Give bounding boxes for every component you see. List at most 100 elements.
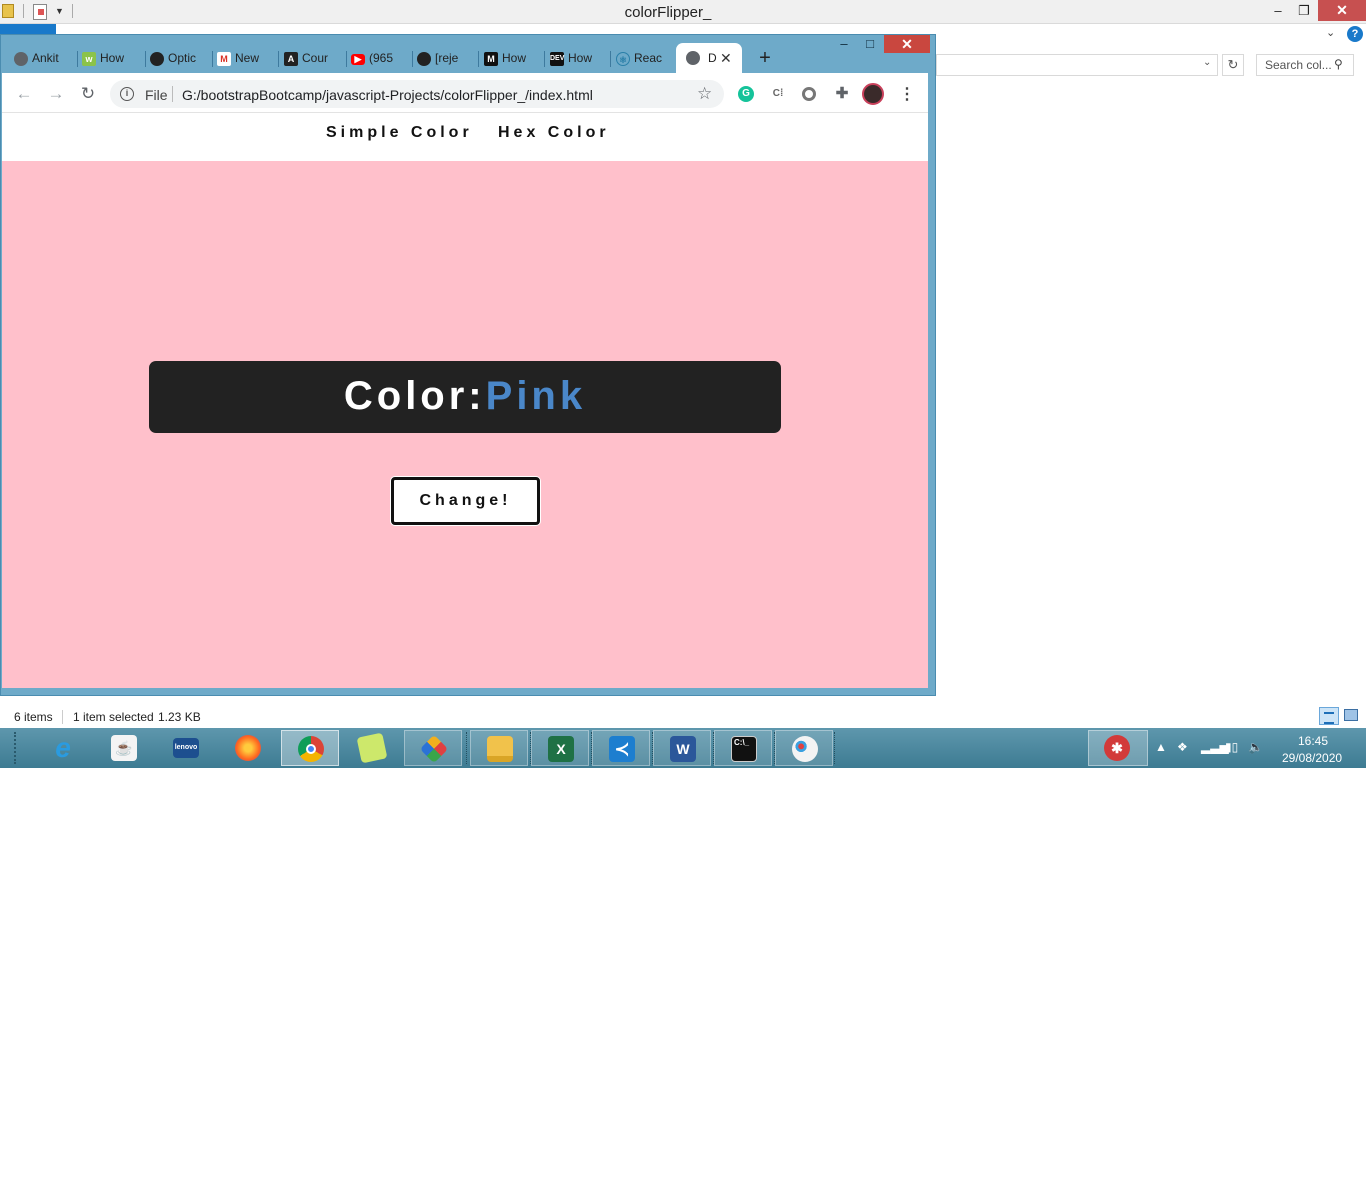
back-icon[interactable]: ← (12, 82, 36, 106)
vscode-icon: ≺ (609, 736, 635, 762)
taskbar-item-sticky-notes[interactable] (343, 730, 401, 766)
chevron-down-icon[interactable]: ⌄ (1326, 26, 1335, 39)
taskbar-item-excel[interactable]: X (531, 730, 589, 766)
puzzle-icon[interactable]: ✚ (834, 86, 850, 102)
grammarly-icon[interactable]: G (738, 86, 754, 102)
explorer-window-title: colorFlipper_ (624, 4, 712, 21)
browser-tab[interactable]: [reje (413, 45, 479, 72)
color-value: Pink (485, 374, 587, 418)
battery-icon[interactable]: ▮▯ (1225, 740, 1238, 754)
taskbar-item-java[interactable]: ☕ (95, 730, 153, 766)
command-prompt-icon: C:\_ (731, 736, 757, 762)
java-icon: ☕ (111, 735, 137, 761)
omnibox-divider (172, 86, 173, 102)
status-bar (0, 706, 1366, 728)
restore-icon[interactable]: ❐ (1290, 2, 1318, 20)
medium-icon: M (484, 52, 498, 66)
snipping-tool-icon (419, 734, 449, 764)
extension-icon[interactable]: C⁞ (770, 86, 786, 102)
excel-icon: X (548, 736, 574, 762)
taskbar-item-snipping-tool[interactable] (404, 730, 462, 766)
browser-tab[interactable]: w How (78, 45, 144, 72)
status-size: 1.23 KB (158, 710, 201, 724)
chrome-icon (298, 736, 324, 762)
browser-tab[interactable]: Ankit (10, 45, 76, 72)
help-icon[interactable]: ? (1347, 26, 1363, 42)
clock-date[interactable]: 29/08/2020 (1282, 751, 1342, 765)
browser-tab[interactable]: ▶ (965 (347, 45, 413, 72)
search-icon[interactable]: ⚲ (1334, 57, 1343, 71)
gmail-icon: M (217, 52, 231, 66)
github-icon (150, 52, 164, 66)
react-icon: ⚛ (616, 52, 630, 66)
status-selection: 1 item selected (73, 710, 154, 724)
explorer-address-bar[interactable] (936, 54, 1218, 76)
taskbar-grip[interactable] (14, 732, 18, 764)
browser-tab[interactable]: M How (480, 45, 546, 72)
info-icon[interactable]: i (120, 87, 134, 101)
more-options-icon[interactable]: ⋮ (899, 84, 915, 104)
taskbar-item-paint[interactable] (775, 730, 833, 766)
w3schools-icon: w (82, 52, 96, 66)
tab-separator (610, 51, 611, 67)
paint-icon (792, 736, 818, 762)
globe-icon (686, 51, 700, 65)
scheme-label: File (145, 87, 168, 103)
taskbar-item-chrome[interactable] (281, 730, 339, 766)
avatar[interactable] (862, 83, 884, 105)
color-banner: Color:Pink (149, 361, 781, 433)
dropbox-icon[interactable]: ❖ (1177, 740, 1188, 754)
minimize-icon[interactable]: – (831, 35, 857, 53)
browser-tab[interactable]: A Cour (280, 45, 346, 72)
reload-icon[interactable]: ↻ (76, 82, 100, 106)
action-center-alert-icon: ✱ (1104, 735, 1130, 761)
angular-icon: A (284, 52, 298, 66)
close-icon[interactable]: ✕ (884, 35, 930, 53)
taskbar-item-internet-explorer[interactable]: e (34, 730, 92, 766)
nav-link-hex[interactable]: Hex Color (498, 124, 610, 142)
color-label: Color: (343, 374, 486, 418)
tab-separator (278, 51, 279, 67)
sticky-notes-icon (356, 732, 388, 764)
status-divider (62, 710, 63, 724)
browser-tab[interactable]: DEV How (546, 45, 612, 72)
dev-icon: DEV (550, 52, 564, 66)
github-icon (417, 52, 431, 66)
url-text[interactable]: G:/bootstrapBootcamp/javascript-Projects… (182, 87, 593, 103)
status-item-count: 6 items (14, 710, 53, 724)
clock-time[interactable]: 16:45 (1298, 734, 1328, 748)
taskbar-item-lenovo[interactable]: lenovo (157, 730, 215, 766)
globe-icon (14, 52, 28, 66)
taskbar-item-file-explorer[interactable] (470, 730, 528, 766)
close-tab-icon[interactable]: ✕ (720, 50, 732, 67)
change-button[interactable]: Change! (391, 477, 540, 525)
maximize-icon[interactable]: □ (857, 35, 883, 53)
internet-explorer-icon: e (55, 732, 71, 763)
forward-icon[interactable]: → (44, 82, 68, 106)
browser-tab[interactable]: M New (213, 45, 279, 72)
close-icon[interactable]: ✕ (1318, 0, 1366, 21)
refresh-icon[interactable]: ↻ (1222, 54, 1244, 76)
new-tab-button[interactable]: + (755, 47, 775, 69)
nav-link-simple[interactable]: Simple Color (326, 124, 473, 142)
taskbar-item-word[interactable]: W (653, 730, 711, 766)
word-icon: W (670, 736, 696, 762)
browser-tab[interactable]: Optic (146, 45, 212, 72)
taskbar-item-firefox[interactable] (219, 730, 277, 766)
tab-separator (478, 51, 479, 67)
tab-separator (544, 51, 545, 67)
large-icons-view-icon[interactable] (1344, 709, 1358, 721)
lenovo-monitor-icon: lenovo (173, 738, 199, 758)
taskbar-item-vscode[interactable]: ≺ (592, 730, 650, 766)
chevron-down-icon[interactable]: ⌄ (1203, 57, 1211, 68)
show-hidden-icons-icon[interactable]: ▲ (1155, 740, 1167, 754)
details-view-icon[interactable] (1319, 707, 1339, 725)
taskbar-separator (834, 732, 836, 764)
volume-icon[interactable]: 🔈 (1248, 740, 1263, 754)
bookmark-star-icon[interactable]: ☆ (697, 84, 712, 104)
taskbar-item-cmd[interactable]: C:\_ (714, 730, 772, 766)
minimize-icon[interactable]: – (1264, 2, 1292, 20)
taskbar-separator (466, 732, 468, 764)
browser-tab[interactable]: ⚛ Reac (612, 45, 678, 72)
extension-circle-icon[interactable] (802, 87, 816, 101)
